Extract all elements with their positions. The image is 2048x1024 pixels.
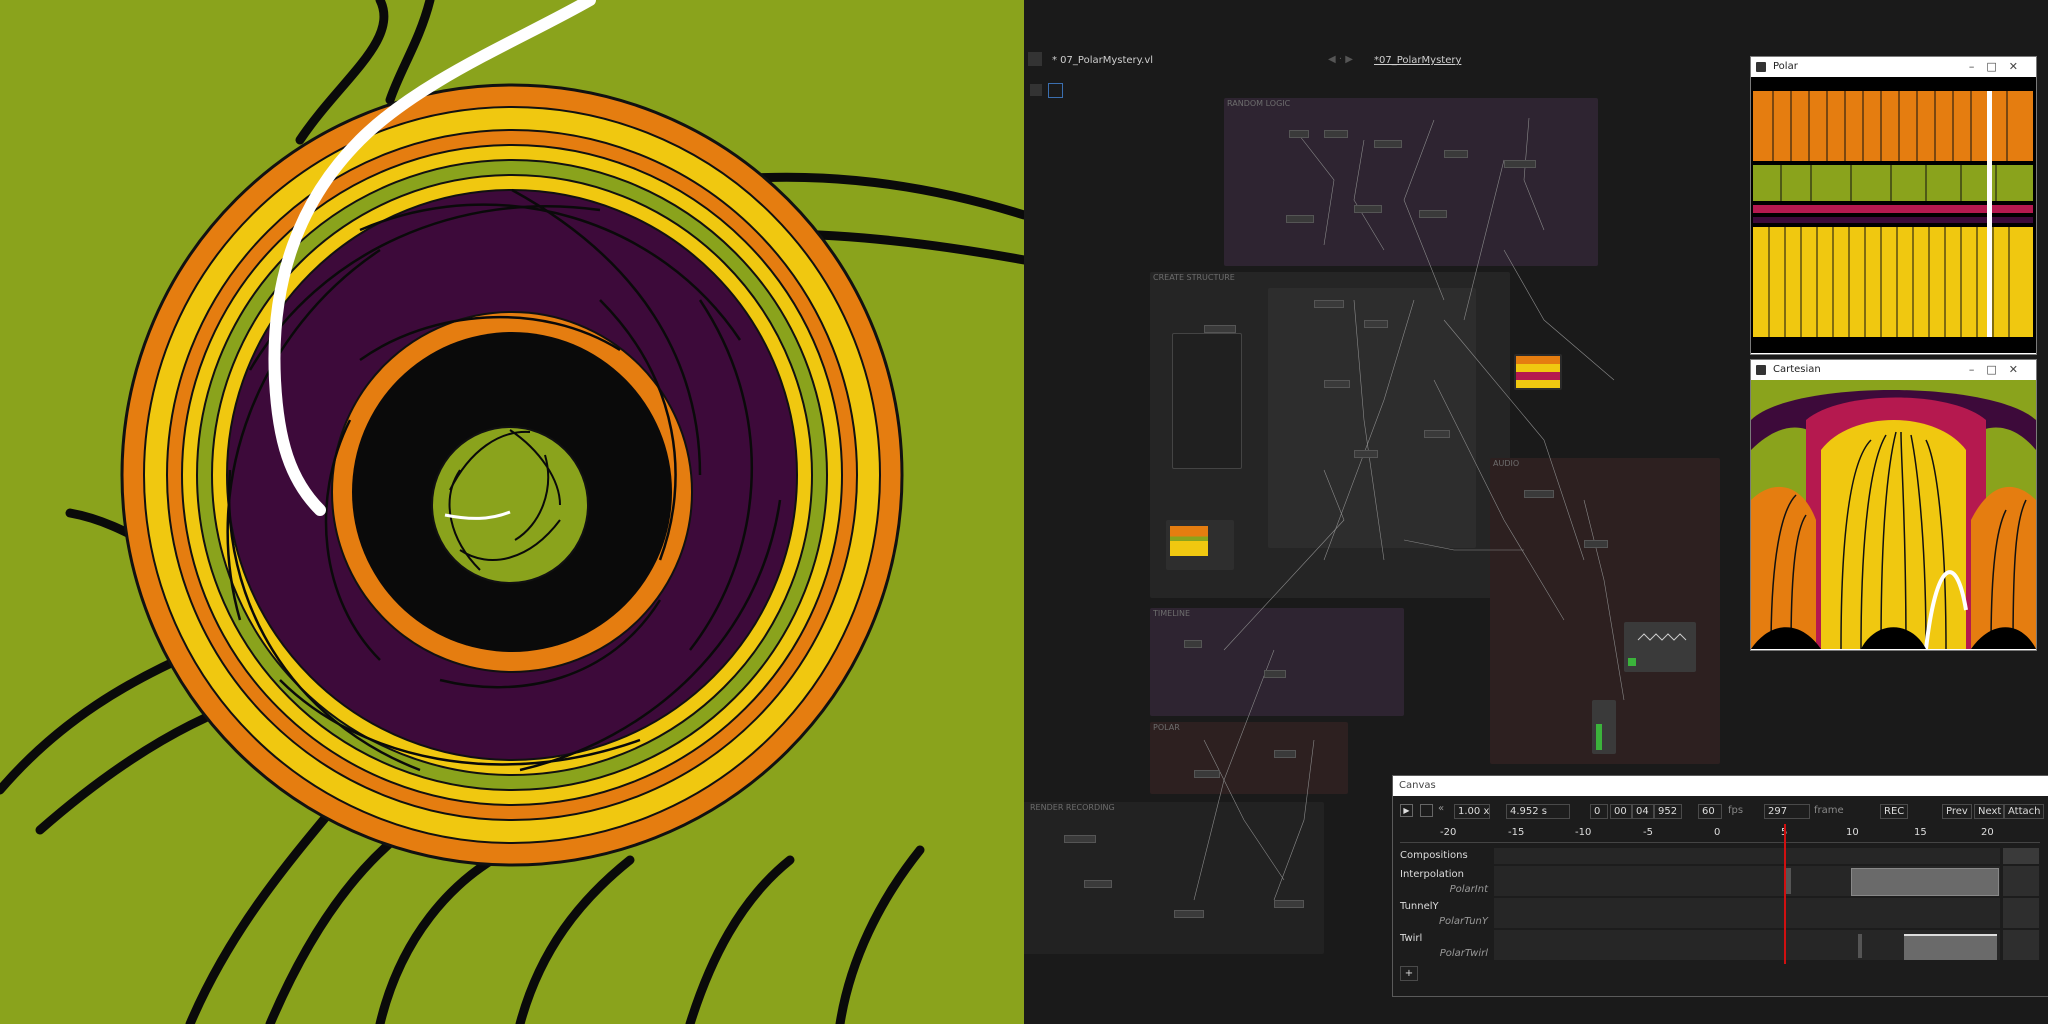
ruler-tick: -15 bbox=[1508, 827, 1525, 838]
time-hours-field[interactable]: 0 bbox=[1590, 804, 1608, 819]
patch-node[interactable] bbox=[1204, 325, 1236, 333]
patch-node[interactable] bbox=[1354, 450, 1378, 458]
patch-node[interactable] bbox=[1264, 670, 1286, 678]
patch-node[interactable] bbox=[1274, 750, 1296, 758]
ruler-tick: -5 bbox=[1643, 827, 1653, 838]
patch-node[interactable] bbox=[1524, 490, 1554, 498]
next-button[interactable]: Next bbox=[1974, 804, 2004, 819]
polar-preview bbox=[1751, 77, 2036, 353]
track-sub-tunnely: PolarTunY bbox=[1438, 916, 1488, 927]
patch-node[interactable] bbox=[1364, 320, 1388, 328]
patch-node[interactable] bbox=[1286, 215, 1314, 223]
patch-node[interactable] bbox=[1584, 540, 1608, 548]
time-ms-field[interactable]: 952 bbox=[1654, 804, 1682, 819]
ruler-tick: -10 bbox=[1575, 827, 1592, 838]
patch-node[interactable] bbox=[1324, 380, 1350, 388]
rewind-icon[interactable]: « bbox=[1438, 803, 1444, 814]
time-minutes-field[interactable]: 00 bbox=[1610, 804, 1632, 819]
timeline-window-title: Canvas bbox=[1393, 776, 2048, 796]
polar-render-graphic bbox=[0, 0, 1024, 1024]
track-label-compositions[interactable]: Compositions bbox=[1400, 850, 1468, 861]
patch-node[interactable] bbox=[1324, 130, 1348, 138]
window-icon bbox=[1756, 62, 1766, 72]
track-end-cap bbox=[2003, 866, 2039, 896]
ruler-tick: 15 bbox=[1914, 827, 1927, 838]
patch-node[interactable] bbox=[1274, 900, 1304, 908]
time-seconds-part-field[interactable]: 04 bbox=[1632, 804, 1654, 819]
track-tunnely[interactable] bbox=[1494, 898, 2000, 928]
patch-node[interactable] bbox=[1419, 210, 1447, 218]
polar-window-title: Polar bbox=[1773, 61, 1798, 72]
prev-button[interactable]: Prev bbox=[1942, 804, 1972, 819]
window-controls-icon[interactable]: –□✕ bbox=[1969, 360, 2030, 380]
track-interpolation[interactable] bbox=[1494, 866, 2000, 896]
track-sub-interpolation: PolarInt bbox=[1449, 884, 1488, 895]
cartesian-preview bbox=[1751, 380, 2036, 650]
track-label-tunnely[interactable]: TunnelY bbox=[1400, 901, 1439, 912]
track-compositions[interactable] bbox=[1494, 848, 2000, 864]
fps-label: fps bbox=[1728, 805, 1744, 816]
patch-node[interactable] bbox=[1374, 140, 1402, 148]
time-seconds-field[interactable]: 4.952 s bbox=[1506, 804, 1570, 819]
track-end-cap bbox=[2003, 930, 2039, 960]
patch-node[interactable] bbox=[1354, 205, 1382, 213]
track-sub-twirl: PolarTwirl bbox=[1439, 948, 1488, 959]
render-output-canvas[interactable] bbox=[0, 0, 1024, 1024]
track-label-twirl[interactable]: Twirl bbox=[1400, 933, 1422, 944]
patch-node[interactable] bbox=[1424, 430, 1450, 438]
ruler-tick: 10 bbox=[1846, 827, 1859, 838]
track-end-cap bbox=[2003, 848, 2039, 864]
patch-node[interactable] bbox=[1444, 150, 1468, 158]
frame-field[interactable]: 297 bbox=[1764, 804, 1810, 819]
patch-node[interactable] bbox=[1289, 130, 1309, 138]
ruler-tick: -20 bbox=[1440, 827, 1457, 838]
patch-node[interactable] bbox=[1194, 770, 1220, 778]
polar-window[interactable]: Polar –□✕ bbox=[1750, 56, 2037, 355]
fps-field[interactable]: 60 bbox=[1698, 804, 1722, 819]
add-track-button[interactable]: + bbox=[1400, 966, 1418, 981]
window-controls-icon[interactable]: –□✕ bbox=[1969, 57, 2030, 77]
patch-node[interactable] bbox=[1084, 880, 1112, 888]
patch-node[interactable] bbox=[1504, 160, 1536, 168]
play-icon[interactable]: ▶ bbox=[1400, 804, 1413, 817]
stop-icon[interactable] bbox=[1420, 804, 1433, 817]
ruler-tick: 20 bbox=[1981, 827, 1994, 838]
track-label-interpolation[interactable]: Interpolation bbox=[1400, 869, 1464, 880]
ruler-tick: 0 bbox=[1714, 827, 1721, 838]
frame-label: frame bbox=[1814, 805, 1844, 816]
patch-node[interactable] bbox=[1184, 640, 1202, 648]
window-icon bbox=[1756, 365, 1766, 375]
playhead[interactable] bbox=[1784, 824, 1786, 964]
cartesian-window[interactable]: Cartesian –□✕ bbox=[1750, 359, 2037, 651]
patch-node[interactable] bbox=[1174, 910, 1204, 918]
patch-node[interactable] bbox=[1314, 300, 1344, 308]
polar-window-titlebar[interactable]: Polar –□✕ bbox=[1751, 57, 2036, 77]
rec-button[interactable]: REC bbox=[1880, 804, 1908, 819]
cartesian-window-titlebar[interactable]: Cartesian –□✕ bbox=[1751, 360, 2036, 380]
cartesian-window-title: Cartesian bbox=[1773, 364, 1821, 375]
attach-button[interactable]: Attach bbox=[2004, 804, 2044, 819]
track-end-cap bbox=[2003, 898, 2039, 928]
track-twirl[interactable] bbox=[1494, 930, 2000, 960]
speed-field[interactable]: 1.00 x bbox=[1454, 804, 1490, 819]
patch-node[interactable] bbox=[1064, 835, 1096, 843]
